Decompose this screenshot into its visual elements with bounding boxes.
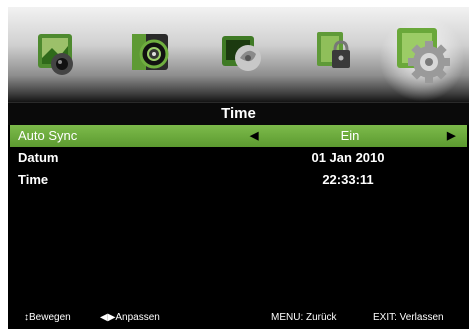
arrow-left-icon[interactable]: ◀ [250, 125, 258, 147]
picture-icon[interactable] [34, 28, 82, 76]
menu-tab-bar [8, 7, 469, 102]
time-value: 22:33:11 [322, 172, 374, 187]
datum-value: 01 Jan 2010 [311, 150, 385, 165]
time-row[interactable]: Time 22:33:11 [8, 169, 469, 191]
move-hint: ↕Bewegen [24, 312, 71, 323]
datum-row[interactable]: Datum 01 Jan 2010 [8, 147, 469, 169]
settings-list: Auto Sync ◀ Ein ▶ Datum 01 Jan 2010 Time… [8, 125, 469, 191]
auto-sync-row[interactable]: Auto Sync ◀ Ein ▶ [10, 125, 467, 147]
menu-back-hint: MENU: Zurück [271, 312, 337, 323]
menu-title: Time [8, 102, 469, 125]
lock-icon[interactable] [309, 28, 357, 76]
channel-icon[interactable] [218, 28, 266, 76]
auto-sync-value: Ein [340, 128, 360, 143]
tv-osd-screen: Time Auto Sync ◀ Ein ▶ Datum 01 Jan 2010… [8, 7, 469, 329]
time-label: Time [18, 172, 49, 187]
auto-sync-label: Auto Sync [18, 128, 78, 143]
settings-icon[interactable] [379, 16, 465, 102]
arrow-right-icon[interactable]: ▶ [447, 125, 455, 147]
datum-label: Datum [18, 150, 59, 165]
footer-hints: ↕Bewegen ◀▶Anpassen MENU: Zurück EXIT: V… [8, 307, 469, 329]
sound-icon[interactable] [126, 28, 174, 76]
exit-hint: EXIT: Verlassen [373, 312, 444, 323]
adjust-hint: ◀▶Anpassen [100, 312, 160, 323]
